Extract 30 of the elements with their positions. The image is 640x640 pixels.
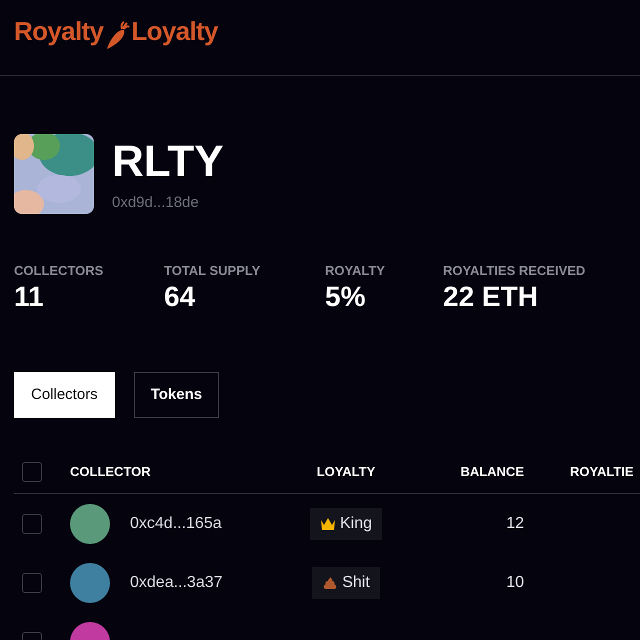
checkbox[interactable] xyxy=(22,514,42,534)
crown-icon xyxy=(320,516,336,530)
checkbox[interactable] xyxy=(22,462,42,482)
stat-value: 22 ETH xyxy=(443,280,539,314)
column-header: LOYALTY xyxy=(316,462,376,481)
collector-address: 0xc4d...165a xyxy=(130,514,222,534)
logo-text: Loyalty xyxy=(131,15,218,48)
stat-value: 64 xyxy=(164,280,196,314)
column-header: COLLECTOR xyxy=(70,462,152,481)
tab[interactable]: Tokens xyxy=(134,372,220,418)
carrot-icon xyxy=(104,21,130,51)
checkbox[interactable] xyxy=(22,572,42,592)
stat-value: 5% xyxy=(325,280,366,314)
column-header: ROYALTIE xyxy=(570,462,634,481)
poop-icon xyxy=(322,576,338,590)
loyalty-badge: Shit xyxy=(312,566,380,598)
logo-text: Royalty xyxy=(14,15,104,48)
stat-label: ROYALTIES RECEIVED xyxy=(443,262,586,280)
token-name: RLTY xyxy=(112,136,224,188)
stat-label: TOTAL SUPPLY xyxy=(164,262,262,280)
loyalty-badge: King xyxy=(310,508,382,540)
collector-address: 0xdea...3a37 xyxy=(130,572,223,592)
balance-cell-text: 10 xyxy=(505,572,524,592)
token-address: 0xd9d...18de xyxy=(112,193,200,213)
column-header: BALANCE xyxy=(459,462,524,481)
balance-cell-text: 12 xyxy=(505,514,524,534)
tab[interactable]: Collectors xyxy=(14,372,115,418)
stat-label: ROYALTY xyxy=(325,262,386,280)
stat-value: 11 xyxy=(14,280,45,314)
stat-label: COLLECTORS xyxy=(14,262,104,280)
